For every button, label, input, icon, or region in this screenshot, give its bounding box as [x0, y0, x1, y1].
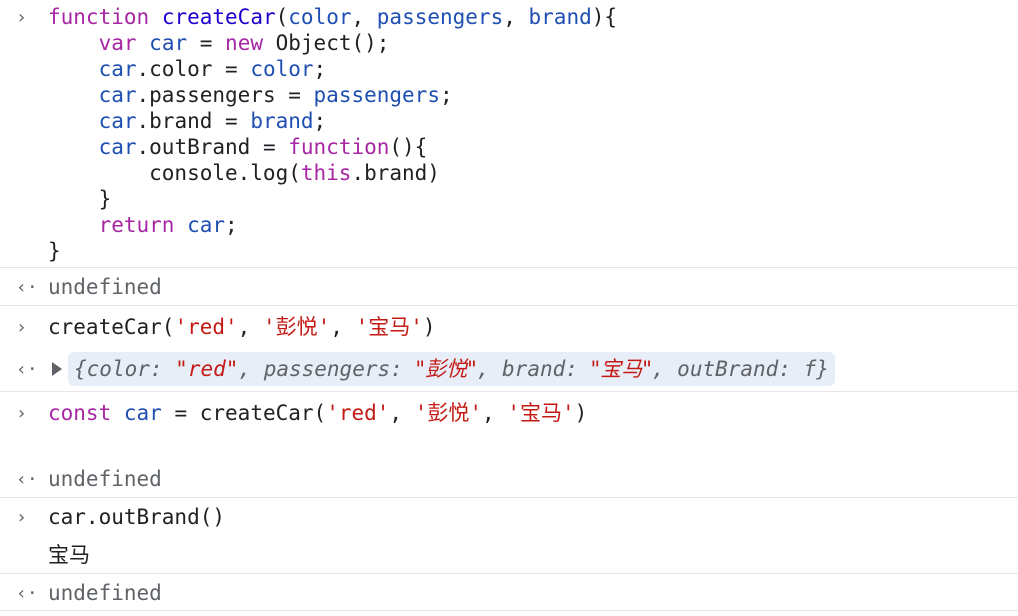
result-undefined-3: undefined — [48, 581, 162, 605]
return-arrow-icon: ‹· — [16, 277, 38, 298]
code-line-5: car.brand = brand; — [98, 109, 327, 133]
code-line-8: } — [48, 187, 112, 211]
separator — [0, 573, 1018, 574]
code-line-4: car.passengers = passengers; — [98, 83, 453, 107]
code-line-9: return car; — [98, 213, 238, 237]
call-outbrand: car.outBrand() — [48, 505, 226, 529]
code-line-10: } — [48, 239, 61, 263]
code-line-2: var car = new Object(); — [98, 31, 390, 55]
input-chevron-icon: › — [16, 507, 27, 528]
object-preview[interactable]: {color: "red", passengers: "彭悦", brand: … — [68, 352, 835, 386]
result-undefined-2: undefined — [48, 467, 162, 491]
const-car-line: const car = createCar('red', '彭悦', '宝马') — [48, 401, 588, 425]
code-line-1: function createCar(color, passengers, br… — [48, 5, 618, 29]
separator — [0, 610, 1018, 611]
expand-triangle-icon[interactable] — [52, 362, 62, 376]
log-output: 宝马 — [48, 543, 90, 567]
input-chevron-icon: › — [16, 403, 27, 424]
separator — [0, 497, 1018, 498]
separator — [0, 267, 1018, 268]
separator — [0, 391, 1018, 392]
call-createcar: createCar('red', '彭悦', '宝马') — [48, 315, 436, 339]
input-chevron-icon: › — [16, 317, 27, 338]
result-undefined-1: undefined — [48, 275, 162, 299]
return-arrow-icon: ‹· — [16, 359, 38, 380]
input-chevron-icon: › — [16, 7, 27, 28]
code-line-3: car.color = color; — [98, 57, 327, 81]
return-arrow-icon: ‹· — [16, 469, 38, 490]
return-arrow-icon: ‹· — [16, 583, 38, 604]
code-line-7: console.log(this.brand) — [48, 161, 440, 185]
separator — [0, 305, 1018, 306]
code-line-6: car.outBrand = function(){ — [98, 135, 428, 159]
devtools-console: › function createCar(color, passengers, … — [0, 0, 1018, 616]
